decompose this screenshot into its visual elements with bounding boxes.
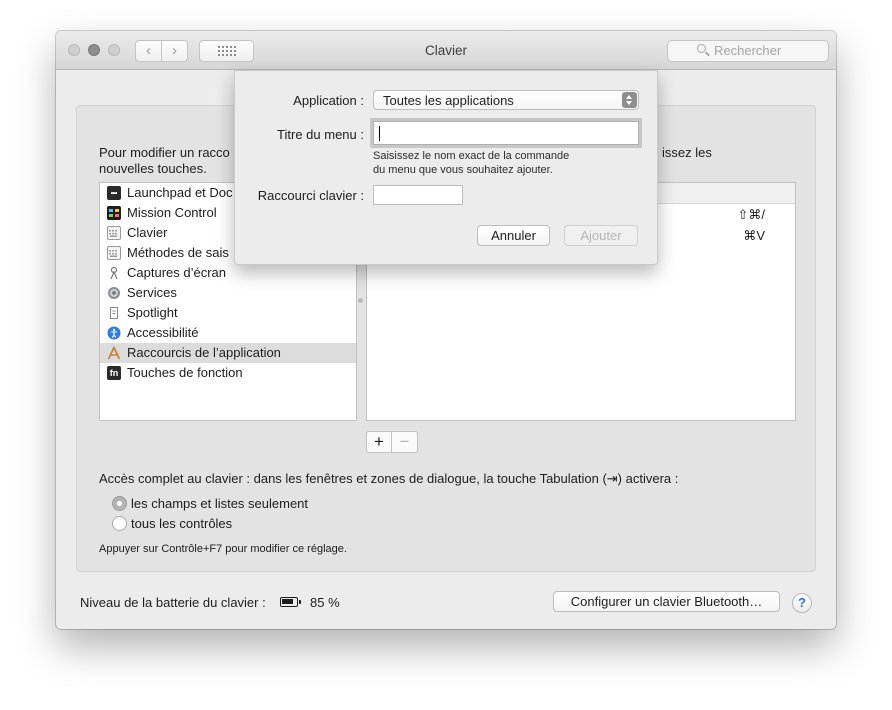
menu-title-label: Titre du menu : (277, 127, 364, 142)
menu-title-hint-line2: du menu que vous souhaitez ajouter. (373, 164, 553, 176)
menu-title-field[interactable] (373, 121, 639, 145)
instruction-text-line2: nouvelles touches. (99, 161, 207, 176)
category-item-spotlight[interactable]: Spotlight (100, 303, 356, 323)
help-button[interactable]: ? (792, 593, 812, 613)
launchpad-icon: ▬ (107, 186, 121, 200)
shortcut-keys[interactable]: ⇧⌘/ (737, 207, 765, 223)
category-item-services[interactable]: Services (100, 283, 356, 303)
shortcut-label: Raccourci clavier : (257, 188, 364, 203)
menu-title-hint-line1: Saisissez le nom exact de la commande (373, 150, 570, 162)
keyboard-access-hint: Appuyer sur Contrôle+F7 pour modifier ce… (99, 543, 347, 555)
category-item-function-keys[interactable]: fn Touches de fonction (100, 363, 356, 383)
application-label: Application : (293, 93, 364, 108)
remove-shortcut-button[interactable]: − (392, 431, 418, 453)
add-shortcut-sheet: Application : Toutes les applications Ti… (234, 70, 658, 265)
category-item-screenshots[interactable]: Captures d’écran (100, 263, 356, 283)
document-icon (107, 306, 121, 320)
input-sources-icon (107, 246, 121, 260)
accessibility-icon (107, 326, 121, 340)
add-shortcut-button[interactable]: + (366, 431, 392, 453)
instruction-text-right: issez les (662, 145, 712, 160)
battery-value: 85 % (310, 595, 340, 610)
gear-icon (107, 286, 121, 300)
battery-label: Niveau de la batterie du clavier : (80, 595, 266, 610)
search-field[interactable]: Rechercher (667, 40, 829, 62)
radio-label-text-fields[interactable]: les champs et listes seulement (131, 496, 308, 512)
app-shortcuts-icon (107, 345, 121, 360)
text-caret (379, 126, 380, 141)
battery-fill (282, 599, 294, 604)
application-popup-value: Toutes les applications (383, 93, 514, 108)
battery-icon (280, 597, 301, 607)
chevron-up-down-icon (622, 92, 637, 108)
fn-icon: fn (107, 366, 121, 380)
screenshot-icon (107, 266, 121, 280)
keyboard-access-label: Accès complet au clavier : dans les fenê… (99, 471, 679, 486)
shortcut-recorder-field[interactable] (373, 185, 463, 205)
mission-control-icon (107, 206, 121, 220)
cancel-button[interactable]: Annuler (477, 225, 550, 246)
keyboard-icon (107, 226, 121, 240)
radio-text-fields-only[interactable] (112, 496, 127, 511)
menu-title-input[interactable] (374, 122, 638, 144)
split-view-handle[interactable] (358, 298, 363, 303)
instruction-text-left: Pour modifier un racco (99, 145, 230, 160)
add-button[interactable]: Ajouter (564, 225, 638, 246)
configure-bluetooth-keyboard-button[interactable]: Configurer un clavier Bluetooth… (553, 591, 780, 612)
radio-all-controls[interactable] (112, 516, 127, 531)
application-popup[interactable]: Toutes les applications (373, 90, 639, 110)
title-bar: ‹ › Clavier Rechercher (56, 31, 836, 70)
category-item-accessibility[interactable]: Accessibilité (100, 323, 356, 343)
search-placeholder: Rechercher (714, 43, 782, 58)
shortcut-keys[interactable]: ⌘V (743, 228, 765, 244)
search-icon (697, 44, 706, 53)
category-item-app-shortcuts[interactable]: Raccourcis de l’application (100, 343, 356, 363)
radio-label-all-controls[interactable]: tous les contrôles (131, 516, 232, 532)
